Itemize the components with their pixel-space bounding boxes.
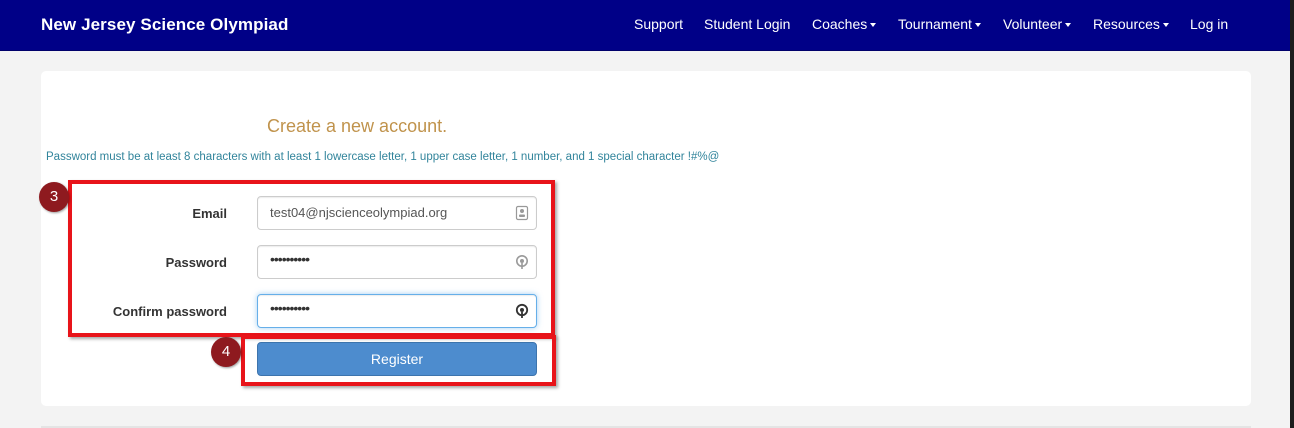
nav-tournament[interactable]: Tournament — [898, 16, 981, 32]
nav-support[interactable]: Support — [634, 16, 683, 32]
chevron-down-icon — [974, 23, 981, 28]
nav-resources[interactable]: Resources — [1093, 16, 1169, 32]
chevron-down-icon — [1162, 23, 1169, 28]
chevron-down-icon — [870, 23, 877, 28]
window-edge — [1290, 50, 1294, 428]
nav-coaches[interactable]: Coaches — [812, 16, 877, 32]
highlight-box-register — [241, 335, 556, 386]
top-navbar: New Jersey Science Olympiad Support Stud… — [0, 0, 1294, 51]
page-title: Create a new account. — [267, 116, 448, 136]
password-hint: Password must be at least 8 characters w… — [46, 151, 720, 163]
step-badge-3: 3 — [39, 182, 69, 212]
nav-log-in[interactable]: Log in — [1190, 16, 1228, 32]
highlight-box-fields — [68, 180, 555, 337]
site-brand[interactable]: New Jersey Science Olympiad — [41, 15, 288, 35]
step-badge-4: 4 — [211, 337, 241, 367]
nav-volunteer[interactable]: Volunteer — [1003, 16, 1072, 32]
chevron-down-icon — [1065, 23, 1072, 28]
nav-student-login[interactable]: Student Login — [704, 16, 790, 32]
